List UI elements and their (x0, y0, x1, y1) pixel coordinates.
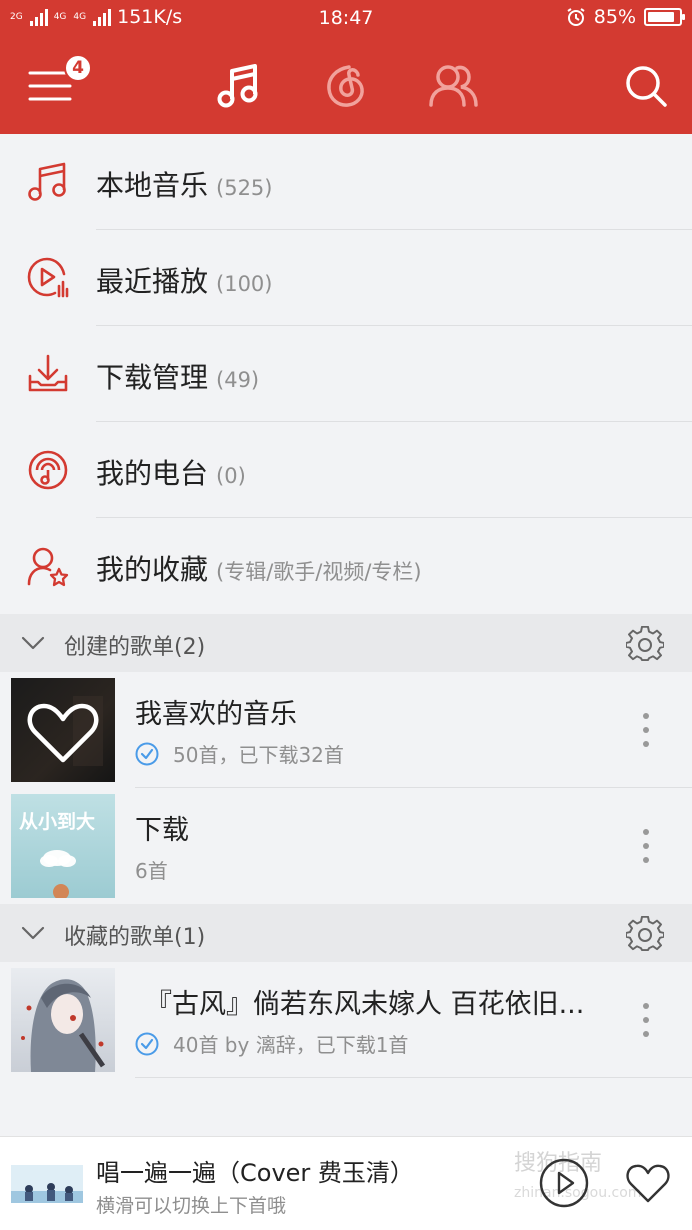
menu-count: (0) (216, 464, 246, 488)
playlist-row-liked[interactable]: 我喜欢的音乐 50首，已下载32首 (0, 672, 692, 788)
mini-player[interactable]: 唱一遍一遍（Cover 费玉清） 横滑可以切换上下首哦 搜狗指南 zhinan.… (0, 1136, 692, 1230)
like-button[interactable] (624, 1161, 672, 1205)
tab-my-music[interactable] (208, 56, 268, 116)
chevron-down-icon (21, 926, 45, 940)
playlist-cover-liked (11, 678, 115, 782)
my-music-menu: 本地音乐 (525) 最近播放 (100) 下载管理 (49) 我的电台 (0) (0, 134, 692, 614)
status-bar: 2G 4G 4G 151K/s 18:47 85% (0, 0, 692, 36)
alarm-icon (567, 8, 585, 26)
notification-badge: 4 (64, 54, 92, 82)
downloaded-check-icon (135, 742, 159, 765)
playlist-cover-gufeng (11, 968, 115, 1072)
chevron-down-icon (21, 636, 45, 650)
playlist-info: 40首 by 漓辞，已下载1首 (135, 1029, 408, 1058)
created-playlists-header[interactable]: 创建的歌单(2) (0, 614, 692, 672)
search-icon (626, 66, 667, 107)
menu-label: 下载管理 (96, 361, 209, 394)
now-playing-hint: 横滑可以切换上下首哦 (96, 1195, 287, 1217)
menu-item-local-music[interactable]: 本地音乐 (525) (0, 134, 692, 230)
playlist-cover-download: 从小到大 (11, 794, 115, 898)
playlist-name: 『古风』倘若东风未嫁人 百花依旧... (145, 989, 585, 1020)
radio-icon (28, 450, 68, 490)
menu-button[interactable]: 4 (20, 54, 92, 116)
menu-label: 我的电台 (96, 457, 209, 490)
menu-item-radio[interactable]: 我的电台 (0) (0, 422, 692, 518)
playlist-row-download[interactable]: 从小到大 下载 6首 (0, 788, 692, 904)
battery-percent: 85% (593, 6, 636, 28)
menu-label: 本地音乐 (96, 169, 209, 202)
playlist-subtitle: 6首 (135, 859, 168, 883)
play-button[interactable] (538, 1157, 590, 1209)
playlist-info: 6首 (135, 855, 168, 884)
music-note-icon (28, 162, 66, 201)
menu-count: (专辑/歌手/视频/专栏) (216, 560, 422, 584)
app-header: 4 (0, 36, 692, 134)
section-title: 创建的歌单(2) (64, 635, 206, 660)
menu-item-downloads[interactable]: 下载管理 (49) (0, 326, 692, 422)
now-playing-title: 唱一遍一遍（Cover 费玉清） (96, 1159, 414, 1187)
battery-icon (644, 8, 685, 26)
gear-icon[interactable] (626, 626, 664, 664)
divider (135, 1077, 692, 1078)
playlist-name: 下载 (135, 815, 189, 846)
menu-label: 我的收藏 (96, 553, 209, 586)
netease-cloud-icon (327, 65, 364, 107)
menu-item-collection[interactable]: 我的收藏 (专辑/歌手/视频/专栏) (0, 518, 692, 614)
menu-label: 最近播放 (96, 265, 209, 298)
menu-item-recent-play[interactable]: 最近播放 (100) (0, 230, 692, 326)
playlist-row-gufeng[interactable]: 『古风』倘若东风未嫁人 百花依旧... 40首 by 漓辞，已下载1首 (0, 962, 692, 1078)
playlist-name: 我喜欢的音乐 (135, 699, 297, 730)
playlist-subtitle: 50首，已下载32首 (173, 743, 344, 767)
menu-count: (49) (216, 368, 260, 392)
tab-friends[interactable] (424, 56, 484, 116)
download-icon (28, 354, 68, 392)
battery-fill (648, 12, 674, 22)
gear-icon[interactable] (626, 916, 664, 954)
section-title: 收藏的歌单(1) (64, 925, 206, 950)
cover-text: 从小到大 (19, 810, 95, 833)
menu-count: (525) (216, 176, 273, 200)
recent-play-icon (27, 257, 69, 298)
friends-icon (429, 65, 478, 107)
more-vertical-icon[interactable] (632, 710, 660, 750)
collection-icon (27, 547, 69, 587)
downloaded-check-icon (135, 1032, 159, 1055)
more-vertical-icon[interactable] (632, 1000, 660, 1040)
status-right: 85% (566, 6, 685, 28)
playlist-info: 50首，已下载32首 (135, 739, 344, 768)
more-vertical-icon[interactable] (632, 826, 660, 866)
now-playing-cover (11, 1165, 83, 1203)
search-button[interactable] (616, 56, 676, 116)
music-note-icon (217, 64, 258, 108)
menu-count: (100) (216, 272, 273, 296)
collected-playlists-header[interactable]: 收藏的歌单(1) (0, 904, 692, 962)
tab-discover[interactable] (316, 56, 376, 116)
playlist-subtitle: 40首 by 漓辞，已下载1首 (173, 1033, 409, 1057)
